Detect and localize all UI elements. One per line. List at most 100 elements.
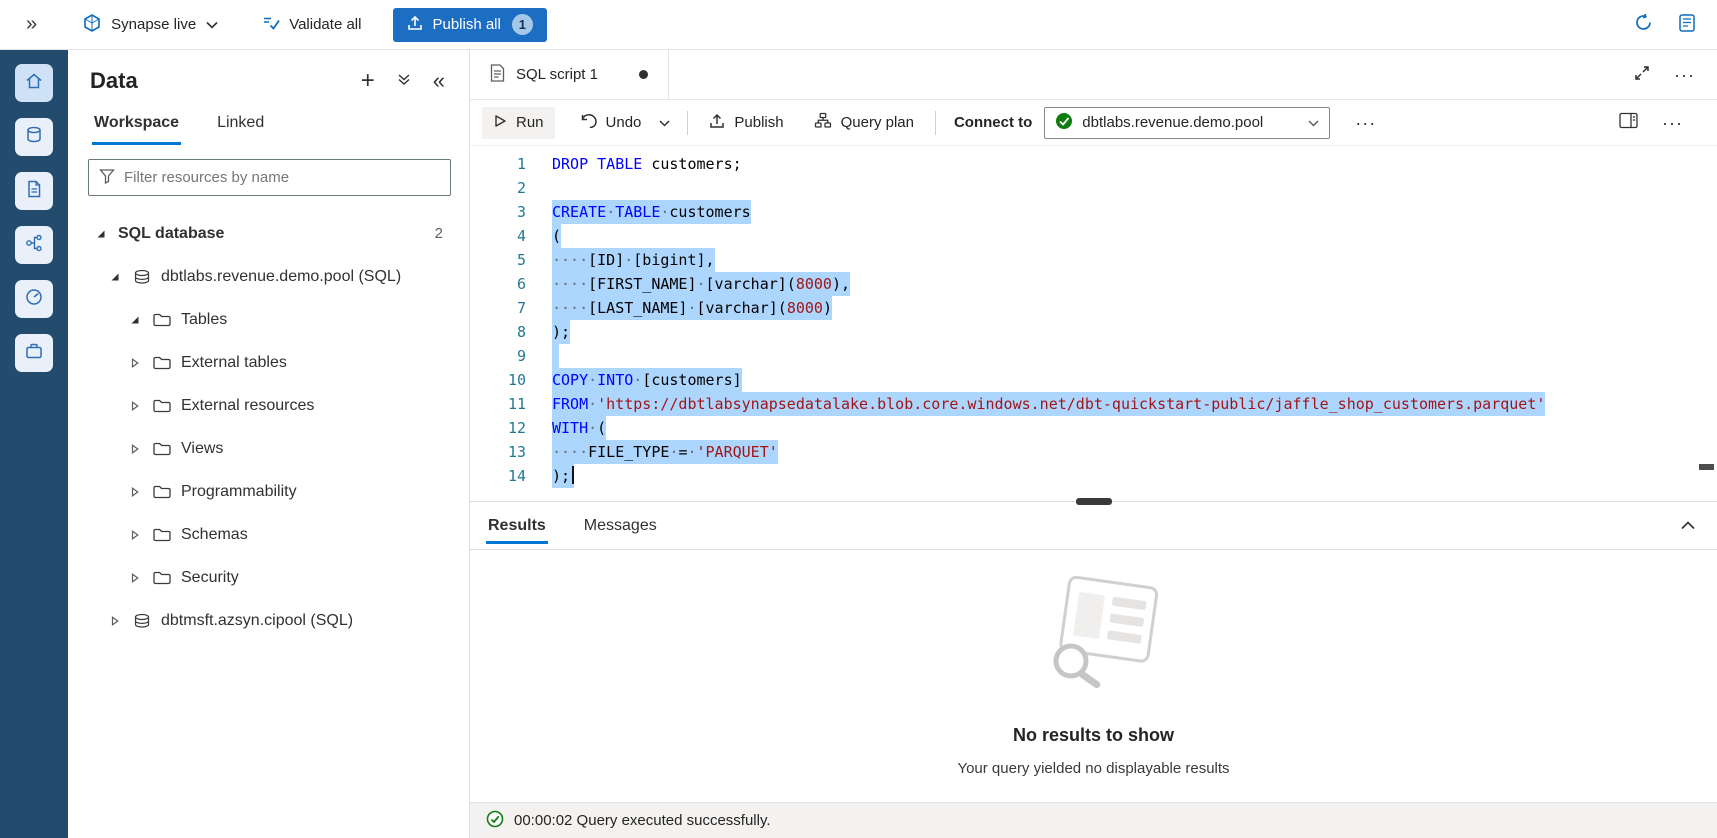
code-line-12[interactable]: 12 WITH·( xyxy=(470,416,1717,440)
code-line-14[interactable]: 14); xyxy=(470,464,1717,488)
code-line-6[interactable]: 6····[FIRST_NAME]·[varchar](8000), xyxy=(470,272,1717,296)
tree-item-schemas[interactable]: Schemas xyxy=(68,513,469,556)
expand-rail-button[interactable]: » xyxy=(26,13,37,36)
line-number[interactable]: 8 xyxy=(470,320,526,344)
collapse-results-button[interactable] xyxy=(1681,517,1695,534)
undo-dropdown-button[interactable] xyxy=(652,107,677,138)
tab-sql-script-1[interactable]: SQL script 1 xyxy=(470,50,669,99)
release-notes-icon xyxy=(1679,14,1695,36)
tree-item-external-resources[interactable]: External resources xyxy=(68,384,469,427)
line-number[interactable]: 2 xyxy=(470,176,526,200)
expander-collapsed-icon[interactable] xyxy=(106,616,124,626)
collapse-panel-button[interactable]: « xyxy=(433,70,445,92)
tree-item-programmability[interactable]: Programmability xyxy=(68,470,469,513)
code-line-11[interactable]: 11FROM·'https://dbtlabsynapsedatalake.bl… xyxy=(470,392,1717,416)
publish-button[interactable]: Publish xyxy=(698,106,794,140)
panel-more-button[interactable]: ··· xyxy=(1662,114,1683,132)
tree-item-dbtlabs-revenue-demo-pool-sql[interactable]: dbtlabs.revenue.demo.pool (SQL) xyxy=(68,255,469,298)
run-button[interactable]: Run xyxy=(482,107,555,139)
properties-panel-button[interactable] xyxy=(1619,112,1638,133)
pool-name: dbtlabs.revenue.demo.pool xyxy=(1082,114,1299,131)
editor-tab-bar: SQL script 1 ··· xyxy=(470,50,1717,100)
validate-all-button[interactable]: Validate all xyxy=(262,15,361,35)
refresh-button[interactable] xyxy=(1634,13,1653,36)
code-line-13[interactable]: 13····FILE_TYPE·=·'PARQUET' xyxy=(470,440,1717,464)
panel-splitter[interactable] xyxy=(470,490,1717,502)
nav-monitor-button[interactable] xyxy=(15,280,53,318)
tab-messages[interactable]: Messages xyxy=(582,502,659,549)
publish-all-button[interactable]: Publish all 1 xyxy=(393,8,546,42)
tree-item-label: Security xyxy=(181,569,239,587)
publish-all-label: Publish all xyxy=(432,16,500,33)
line-number[interactable]: 5 xyxy=(470,248,526,272)
nav-data-button[interactable] xyxy=(15,118,53,156)
synapse-live-selector[interactable]: Synapse live xyxy=(75,0,226,49)
editor-more-button[interactable]: ··· xyxy=(1674,66,1695,84)
nav-develop-button[interactable] xyxy=(15,172,53,210)
connect-to-pool-dropdown[interactable]: dbtlabs.revenue.demo.pool xyxy=(1044,107,1330,139)
toolbox-icon xyxy=(24,341,44,365)
line-number[interactable]: 9 xyxy=(470,344,526,368)
database-icon xyxy=(24,125,44,149)
nav-manage-button[interactable] xyxy=(15,334,53,372)
tree-item-sql-database[interactable]: SQL database2 xyxy=(68,212,469,255)
sql-code-editor[interactable]: 1DROP TABLE customers;23CREATE·TABLE·cus… xyxy=(470,146,1717,490)
collapse-all-button[interactable] xyxy=(397,72,411,90)
expander-expanded-icon[interactable] xyxy=(106,272,124,282)
code-line-8[interactable]: 8); xyxy=(470,320,1717,344)
filter-funnel-icon xyxy=(99,168,115,188)
release-notes-button[interactable] xyxy=(1679,14,1695,36)
line-number[interactable]: 10 xyxy=(470,368,526,392)
line-number[interactable]: 7 xyxy=(470,296,526,320)
nav-home-button[interactable] xyxy=(15,64,53,102)
code-line-4[interactable]: 4( xyxy=(470,224,1717,248)
filter-input[interactable] xyxy=(124,169,440,186)
line-number[interactable]: 12 xyxy=(470,416,526,440)
undo-button[interactable]: Undo xyxy=(569,106,653,139)
nav-integrate-button[interactable] xyxy=(15,226,53,264)
left-nav-rail xyxy=(0,50,68,838)
pool-status-ok-icon xyxy=(1055,112,1073,134)
publish-label: Publish xyxy=(734,114,783,131)
line-number[interactable]: 14 xyxy=(470,464,526,488)
code-line-9[interactable]: 9 xyxy=(470,344,1717,368)
line-number[interactable]: 11 xyxy=(470,392,526,416)
tree-item-external-tables[interactable]: External tables xyxy=(68,341,469,384)
top-bar: » Synapse live Validate all Publish all … xyxy=(0,0,1717,50)
line-number[interactable]: 6 xyxy=(470,272,526,296)
tab-linked[interactable]: Linked xyxy=(215,102,266,145)
code-line-2[interactable]: 2 xyxy=(470,176,1717,200)
code-line-content xyxy=(552,344,559,368)
line-number[interactable]: 3 xyxy=(470,200,526,224)
expander-collapsed-icon[interactable] xyxy=(126,487,144,497)
code-line-7[interactable]: 7····[LAST_NAME]·[varchar](8000) xyxy=(470,296,1717,320)
expander-collapsed-icon[interactable] xyxy=(126,358,144,368)
expander-collapsed-icon[interactable] xyxy=(126,573,144,583)
splitter-handle[interactable] xyxy=(1076,498,1112,505)
code-line-1[interactable]: 1DROP TABLE customers; xyxy=(470,152,1717,176)
tree-item-tables[interactable]: Tables xyxy=(68,298,469,341)
tree-item-views[interactable]: Views xyxy=(68,427,469,470)
line-number[interactable]: 4 xyxy=(470,224,526,248)
expand-editor-button[interactable] xyxy=(1634,65,1650,85)
add-resource-button[interactable]: + xyxy=(361,69,375,93)
add-icon: + xyxy=(361,69,375,93)
tab-results[interactable]: Results xyxy=(486,502,548,549)
code-line-3[interactable]: 3CREATE·TABLE·customers xyxy=(470,200,1717,224)
toolbar-more-button[interactable]: ··· xyxy=(1344,107,1387,139)
code-line-5[interactable]: 5····[ID]·[bigint], xyxy=(470,248,1717,272)
tab-workspace[interactable]: Workspace xyxy=(92,102,181,145)
expander-collapsed-icon[interactable] xyxy=(126,401,144,411)
line-number[interactable]: 13 xyxy=(470,440,526,464)
code-line-content: WITH·( xyxy=(552,416,606,440)
expander-collapsed-icon[interactable] xyxy=(126,444,144,454)
query-plan-button[interactable]: Query plan xyxy=(803,105,925,140)
tree-item-security[interactable]: Security xyxy=(68,556,469,599)
expander-expanded-icon[interactable] xyxy=(126,315,144,325)
line-number[interactable]: 1 xyxy=(470,152,526,176)
code-line-10[interactable]: 10COPY·INTO·[customers] xyxy=(470,368,1717,392)
tree-item-dbtmsft-azsyn-cipool-sql[interactable]: dbtmsft.azsyn.cipool (SQL) xyxy=(68,599,469,642)
expander-collapsed-icon[interactable] xyxy=(126,530,144,540)
tree-item-label: External resources xyxy=(181,397,314,415)
expander-expanded-icon[interactable] xyxy=(92,229,110,239)
